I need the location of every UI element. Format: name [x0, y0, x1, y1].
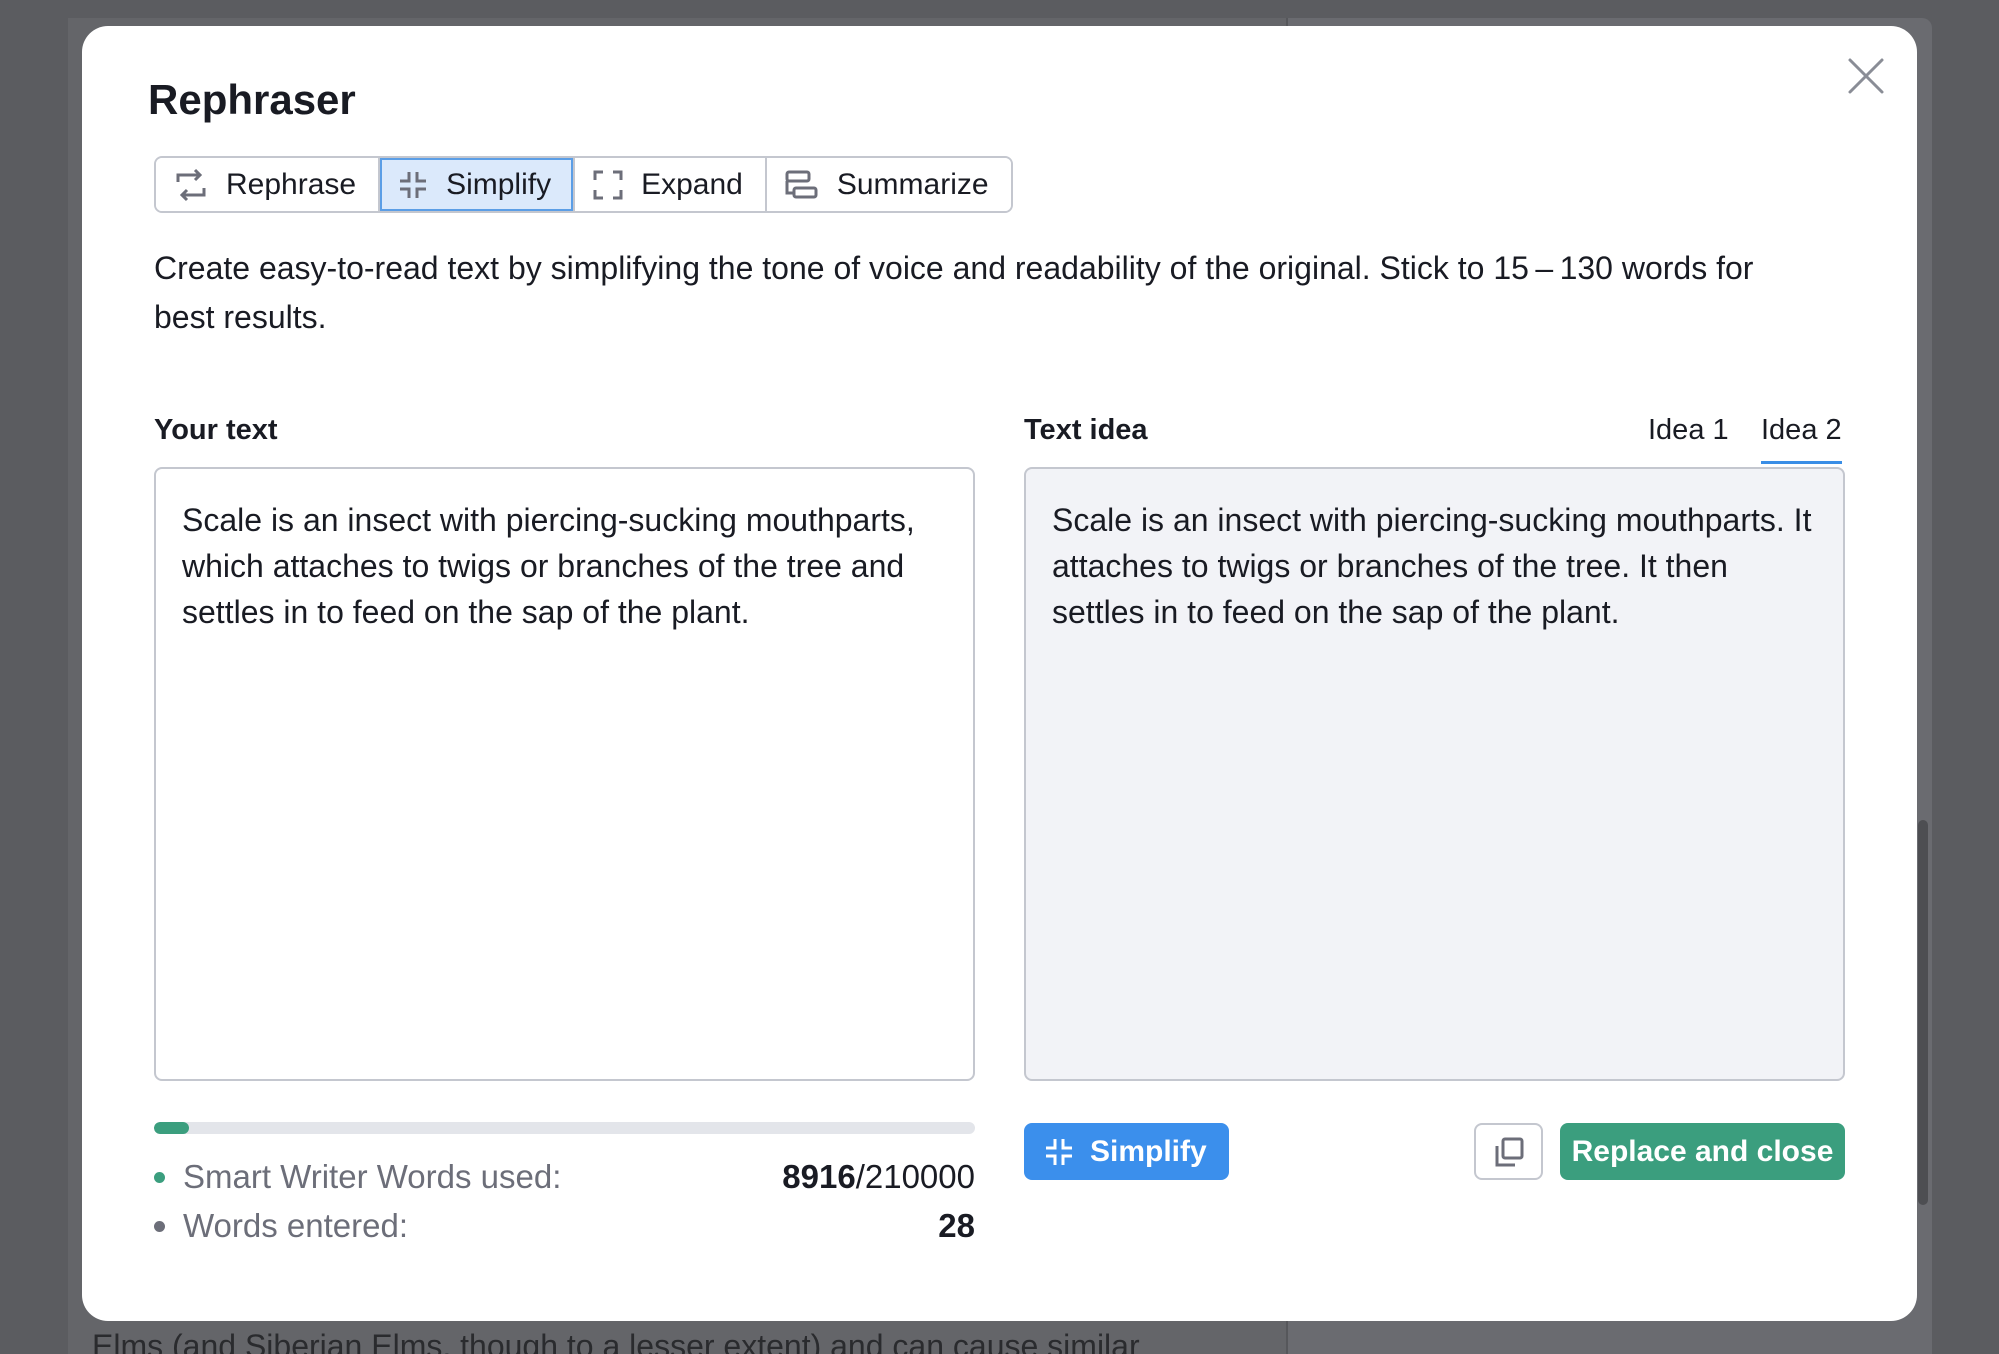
close-button[interactable] — [1842, 52, 1890, 100]
words-entered-dot — [154, 1220, 165, 1232]
tab-simplify[interactable]: Simplify — [378, 158, 574, 211]
modal-title: Rephraser — [148, 76, 356, 123]
words-entered-label: Words entered: — [183, 1207, 409, 1244]
tab-summarize-label: Summarize — [836, 167, 989, 201]
words-usage-progress-fill — [154, 1122, 189, 1134]
summarize-icon — [785, 170, 818, 198]
words-limit: /210000 — [855, 1158, 975, 1195]
simplify-icon — [1046, 1138, 1072, 1165]
mode-tabs: Rephrase Simplify Expand Summarize — [154, 156, 1013, 213]
words-used-label: Smart Writer Words used: — [183, 1158, 562, 1195]
words-entered-value: 28 — [938, 1207, 975, 1245]
expand-icon — [593, 170, 623, 199]
words-used-dot — [154, 1171, 165, 1183]
words-entered-count: 28 — [938, 1207, 975, 1244]
tab-summarize[interactable]: Summarize — [764, 158, 1011, 211]
background-scrollbar — [1918, 820, 1928, 1205]
words-usage-progress — [154, 1122, 975, 1134]
simplify-button[interactable]: Simplify — [1024, 1123, 1229, 1180]
tab-rephrase[interactable]: Rephrase — [156, 158, 379, 211]
words-used-count: 8916 — [782, 1158, 856, 1195]
tab-expand-label: Expand — [641, 167, 743, 201]
mode-description: Create easy-to-read text by simplifying … — [154, 250, 1754, 335]
text-idea-label: Text idea — [1024, 414, 1148, 446]
background-text: Elms (and Siberian Elms, though to a les… — [92, 1328, 1140, 1354]
text-idea-output: Scale is an insect with piercing-sucking… — [1024, 467, 1845, 1081]
simplify-icon — [400, 171, 427, 198]
tab-expand[interactable]: Expand — [573, 158, 765, 211]
your-text-label: Your text — [154, 414, 278, 446]
tab-rephrase-label: Rephrase — [226, 167, 357, 201]
rephrase-icon — [176, 168, 206, 201]
close-icon — [1848, 58, 1884, 94]
words-used-row: Smart Writer Words used: 8916/210000 — [154, 1152, 975, 1202]
tab-idea-2[interactable]: Idea 2 — [1761, 414, 1842, 464]
copy-icon — [1495, 1137, 1523, 1166]
words-used-value: 8916/210000 — [782, 1158, 975, 1196]
tab-idea-1[interactable]: Idea 1 — [1648, 414, 1729, 461]
simplify-button-label: Simplify — [1090, 1134, 1207, 1168]
tab-simplify-label: Simplify — [446, 167, 552, 201]
your-text-input[interactable]: Scale is an insect with piercing-sucking… — [154, 467, 975, 1081]
replace-and-close-button[interactable]: Replace and close — [1560, 1123, 1845, 1180]
copy-button[interactable] — [1474, 1123, 1543, 1180]
words-entered-row: Words entered: 28 — [154, 1201, 975, 1251]
